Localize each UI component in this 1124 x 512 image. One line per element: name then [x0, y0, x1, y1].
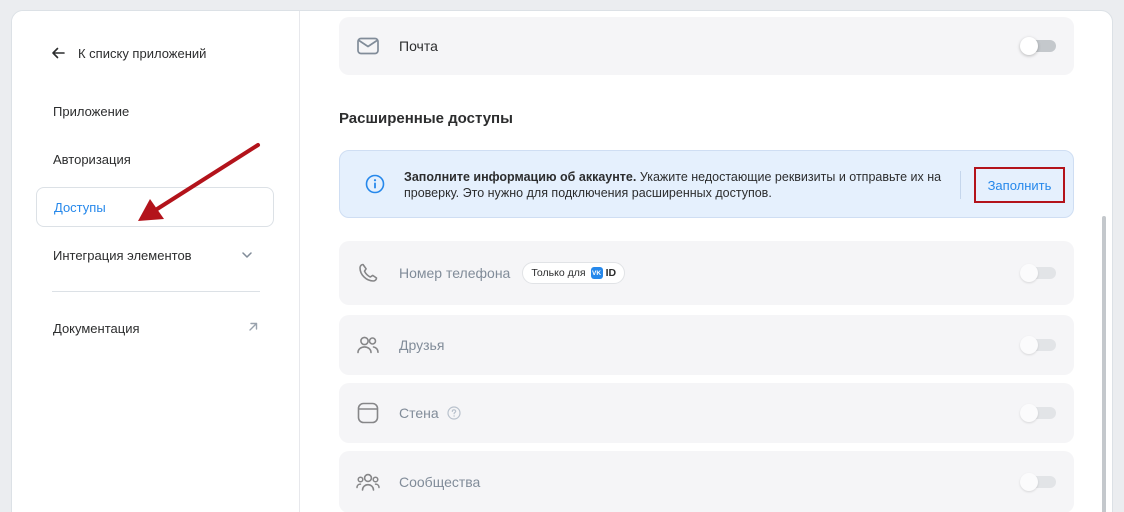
sidebar-item-widgets[interactable]: Интеграция элементов	[36, 235, 274, 275]
scrollbar[interactable]	[1102, 216, 1106, 512]
sidebar: К списку приложений Приложение Авторизац…	[12, 11, 300, 512]
vk-logo-icon: VK	[590, 267, 603, 279]
access-row-label: Стена	[399, 405, 439, 421]
info-icon	[365, 174, 385, 194]
groups-toggle[interactable]	[1020, 473, 1056, 491]
sidebar-item-label: Документация	[53, 320, 140, 336]
wall-toggle[interactable]	[1020, 404, 1056, 422]
fill-button[interactable]: Заполнить	[974, 167, 1065, 203]
chevron-down-icon	[242, 252, 252, 258]
access-row-label: Почта	[399, 38, 438, 54]
info-banner: Заполните информацию об аккаунте. Укажит…	[339, 150, 1074, 218]
back-link[interactable]: К списку приложений	[50, 45, 206, 61]
sidebar-item-app[interactable]: Приложение	[36, 91, 274, 131]
access-row-friends: Друзья	[339, 315, 1074, 375]
badge-text: Только для	[531, 267, 586, 279]
sidebar-item-label: Интеграция элементов	[53, 247, 192, 263]
access-row-mail: Почта	[339, 17, 1074, 75]
access-row-label-wrap: Стена	[399, 405, 461, 421]
mail-icon	[355, 33, 381, 59]
info-text: Заполните информацию об аккаунте. Укажит…	[404, 169, 944, 201]
external-link-icon	[249, 322, 258, 331]
phone-icon	[355, 260, 381, 286]
groups-icon	[355, 469, 381, 495]
sidebar-item-auth[interactable]: Авторизация	[36, 139, 274, 179]
info-separator	[960, 171, 961, 199]
mail-toggle[interactable]	[1020, 37, 1056, 55]
main-content: Почта Расширенные доступы Заполните инфо…	[301, 11, 1112, 512]
arrow-left-icon	[52, 47, 65, 59]
access-row-groups: Сообщества	[339, 451, 1074, 512]
info-text-bold: Заполните информацию об аккаунте.	[404, 170, 637, 184]
access-row-label: Номер телефона	[399, 265, 511, 281]
access-row-label-wrap: Номер телефона Только для VK ID	[399, 262, 626, 284]
help-icon[interactable]	[447, 406, 461, 420]
access-row-phone: Номер телефона Только для VK ID	[339, 241, 1074, 305]
sidebar-item-label: Приложение	[53, 103, 130, 119]
badge-id-text: ID	[605, 267, 617, 279]
access-row-label: Друзья	[399, 337, 445, 353]
sidebar-item-docs[interactable]: Документация	[36, 308, 274, 348]
phone-toggle[interactable]	[1020, 264, 1056, 282]
users-icon	[355, 332, 381, 358]
sidebar-item-access[interactable]: Доступы	[36, 187, 274, 227]
sidebar-divider	[52, 291, 260, 292]
sidebar-item-label: Авторизация	[53, 151, 131, 167]
back-link-label: К списку приложений	[78, 45, 207, 61]
app-window: К списку приложений Приложение Авторизац…	[11, 10, 1113, 512]
access-row-wall: Стена	[339, 383, 1074, 443]
sidebar-item-label: Доступы	[54, 199, 106, 215]
vk-id-only-badge: Только для VK ID	[522, 262, 626, 284]
wall-icon	[355, 400, 381, 426]
section-title: Расширенные доступы	[339, 110, 513, 127]
friends-toggle[interactable]	[1020, 336, 1056, 354]
access-row-label: Сообщества	[399, 474, 481, 490]
